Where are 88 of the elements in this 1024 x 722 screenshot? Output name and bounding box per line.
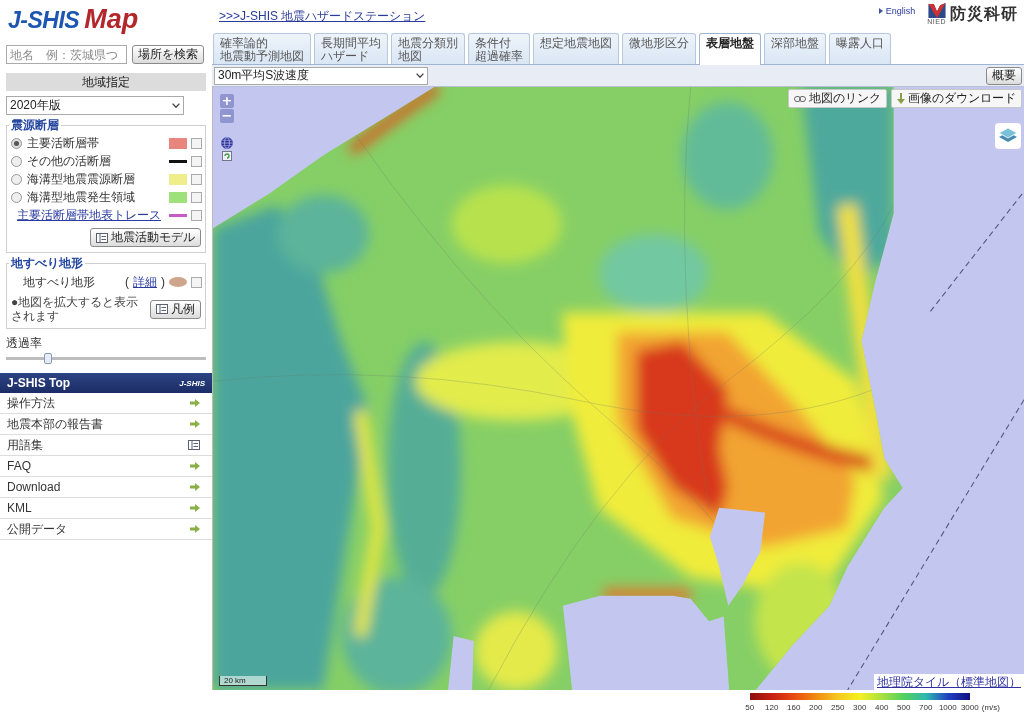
tab[interactable]: 微地形区分 (622, 33, 696, 64)
option-label: 海溝型地震発生領域 (27, 188, 136, 206)
arrow-icon (190, 483, 200, 491)
arrow-icon (190, 420, 200, 428)
nav-item[interactable]: 地震本部の報告書 (0, 414, 212, 435)
unit-label: (m/s) (981, 703, 1000, 713)
map-link-button[interactable]: 地図のリンク (788, 89, 887, 108)
detail-link[interactable]: 詳細 (133, 274, 157, 289)
download-icon (897, 93, 905, 104)
list-icon (188, 440, 200, 450)
tab[interactable]: 想定地震地図 (533, 33, 619, 64)
nav-logo: J-SHIS (179, 378, 205, 388)
checkbox[interactable] (191, 191, 202, 203)
checkbox[interactable] (191, 173, 202, 185)
option-label: 地すべり地形 (22, 273, 96, 291)
version-dropdown[interactable]: 2020年版 (6, 96, 184, 115)
arrow-icon (190, 462, 200, 470)
arrow-icon (190, 399, 200, 407)
station-link[interactable]: >>>J-SHIS 地震ハザードステーション (219, 7, 426, 25)
scale-label: 50 (744, 703, 756, 713)
caret-icon (416, 73, 424, 78)
nav-title-link[interactable]: J-SHIS Top (7, 376, 71, 390)
tab[interactable]: 条件付 超過確率 (468, 33, 530, 64)
model-button[interactable]: 地震活動モデル (90, 228, 201, 247)
nav-item[interactable]: 操作方法 (0, 393, 212, 414)
nav-item[interactable]: KML (0, 498, 212, 519)
layer-dropdown[interactable]: 30m平均S波速度 (214, 66, 428, 85)
panel-title: 震源断層 (9, 118, 61, 132)
tab[interactable]: 表層地盤 (699, 33, 761, 65)
tab[interactable]: 確率論的 地震動予測地図 (213, 33, 311, 64)
scale-label: 200 (808, 703, 824, 713)
organization-name: 防災科研 (950, 4, 1018, 24)
nav-item[interactable]: Download (0, 477, 212, 498)
tab[interactable]: 曝露人口 (829, 33, 891, 64)
tab[interactable]: 長期間平均 ハザード (314, 33, 388, 64)
logo-mark-icon (927, 3, 946, 18)
detail-text: ( 詳細 ) (125, 273, 165, 291)
arrow-icon (190, 525, 200, 533)
site-logo: J-SHIS Map (8, 3, 139, 36)
scale-label: 160 (786, 703, 802, 713)
radio-button[interactable] (11, 155, 22, 167)
globe-icon[interactable] (221, 137, 233, 149)
link-icon (794, 95, 806, 102)
scale-label: 120 (764, 703, 780, 713)
arrow-icon (190, 504, 200, 512)
scale-label: 250 (830, 703, 846, 713)
layers-icon[interactable] (995, 123, 1021, 149)
legend-button[interactable]: 凡例 (150, 299, 201, 319)
tab[interactable]: 深部地盤 (764, 33, 826, 64)
scale-label: 3000 (959, 703, 980, 713)
scale-label: 400 (874, 703, 890, 713)
option-label: 海溝型地震震源断層 (27, 170, 136, 188)
checkbox[interactable] (191, 276, 202, 288)
checkbox[interactable] (191, 209, 202, 221)
radio-button[interactable] (11, 191, 22, 203)
scale-label: 700 (918, 703, 934, 713)
nav-item[interactable]: 公開データ (0, 519, 212, 540)
list-icon (156, 304, 168, 314)
scale-label: 300 (852, 703, 868, 713)
scale-bar: 20 km (219, 676, 267, 686)
slider-thumb[interactable] (44, 353, 53, 364)
nav-item[interactable]: 用語集 (0, 435, 212, 456)
scale-label: 500 (896, 703, 912, 713)
radio-button[interactable] (11, 173, 22, 185)
search-field[interactable]: 地名 例：茨城県つ (6, 45, 127, 64)
option-label: その他の活断層 (27, 152, 112, 170)
summary-button[interactable]: 概要 (986, 66, 1022, 85)
hint-text: ●地図を拡大すると表示されます (11, 295, 140, 323)
nav-item[interactable]: FAQ (0, 456, 212, 477)
ellipse-swatch-icon (169, 277, 187, 287)
language-link[interactable]: English (878, 6, 916, 16)
tab[interactable]: 地震分類別 地図 (391, 33, 465, 64)
radio-button[interactable] (11, 137, 22, 149)
download-button[interactable]: 画像のダウンロード (891, 89, 1022, 108)
refresh-icon[interactable] (222, 151, 232, 161)
panel-title: 地すべり地形 (9, 256, 85, 270)
list-icon (96, 232, 108, 243)
scale-label: 1000 (937, 703, 958, 713)
trace-link[interactable]: 主要活断層帯地表トレース (17, 206, 165, 224)
triangle-icon (878, 8, 883, 14)
attribution-link[interactable]: 地理院タイル（標準地図） (874, 674, 1024, 690)
section-heading: 地域指定 (6, 73, 206, 91)
slider-label: 透過率 (6, 336, 43, 351)
option-label: 主要活断層帯 (27, 134, 100, 152)
checkbox[interactable] (191, 137, 202, 149)
caret-icon (172, 103, 180, 108)
search-button[interactable]: 場所を検索 (132, 45, 204, 64)
checkbox[interactable] (191, 155, 202, 167)
